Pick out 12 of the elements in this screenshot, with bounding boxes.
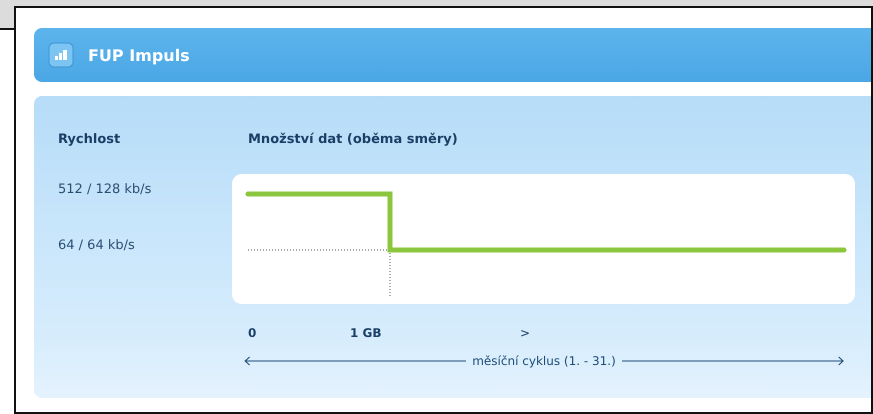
axis-label: 0 xyxy=(248,326,258,340)
data-heading: Množství dat (oběma směry) xyxy=(248,132,459,149)
right-arrow-icon xyxy=(622,356,844,366)
widget-title: FUP Impuls xyxy=(88,46,190,64)
bar-chart-icon xyxy=(48,42,74,68)
axis-label: > xyxy=(520,326,532,340)
speed-heading: Rychlost xyxy=(58,132,122,149)
speed-label: 512 / 128 kb/s xyxy=(58,182,152,199)
left-arrow-icon xyxy=(244,356,466,366)
speed-label: 64 / 64 kb/s xyxy=(58,238,136,255)
cycle-label: měsíční cyklus (1. - 31.) xyxy=(472,354,616,368)
axis-label: 1 GB xyxy=(350,326,383,340)
